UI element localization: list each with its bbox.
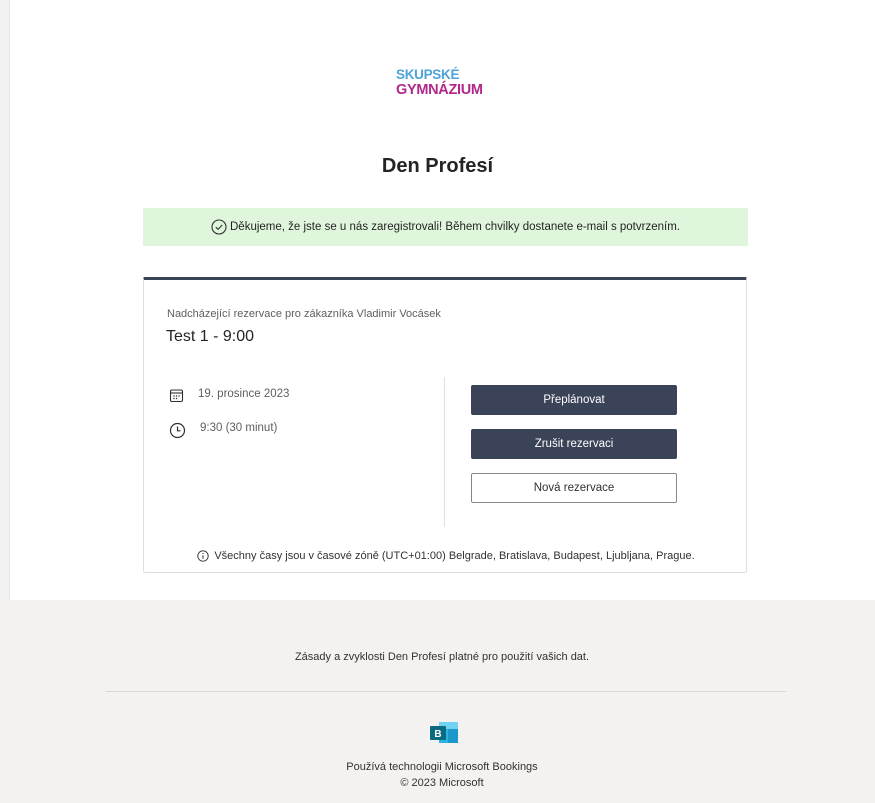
booking-subtitle: Nadcházející rezervace pro zákazníka Vla… — [167, 308, 441, 320]
clock-icon — [169, 422, 186, 439]
school-logo: SKUPSKÉ GYMNÁZIUM — [396, 68, 496, 97]
cancel-booking-button[interactable]: Zrušit rezervaci — [471, 429, 677, 459]
footer-divider — [106, 691, 786, 692]
calendar-icon — [169, 389, 184, 403]
reschedule-button[interactable]: Přeplánovat — [471, 385, 677, 415]
success-banner: Děkujeme, že jste se u nás zaregistroval… — [143, 208, 748, 246]
success-message: Děkujeme, že jste se u nás zaregistroval… — [230, 221, 680, 233]
timezone-text: Všechny časy jsou v časové zóně (UTC+01:… — [214, 550, 695, 562]
privacy-policy-text: Zásady a zvyklosti Den Profesí platné pr… — [294, 651, 590, 663]
logo-line-top: SKUPSKÉ — [396, 67, 460, 82]
check-circle-icon — [211, 219, 227, 235]
date-text: 19. prosince 2023 — [198, 388, 290, 400]
svg-text:B: B — [434, 729, 441, 740]
card-divider — [444, 377, 445, 527]
booking-card: Nadcházející rezervace pro zákazníka Vla… — [143, 277, 747, 573]
booking-date: 19. prosince 2023 — [169, 388, 289, 403]
booking-time: 9:30 (30 minut) — [169, 422, 277, 439]
page-title: Den Profesí — [381, 155, 494, 177]
logo-line-bottom: GYMNÁZIUM — [396, 81, 483, 98]
info-icon — [197, 550, 209, 562]
time-text: 9:30 (30 minut) — [200, 422, 278, 434]
microsoft-bookings-icon: B — [430, 722, 458, 743]
service-name: Test 1 - 9:00 — [166, 328, 255, 345]
copyright-text: © 2023 Microsoft — [400, 777, 484, 789]
timezone-note: Všechny časy jsou v časové zóně (UTC+01:… — [144, 550, 748, 562]
powered-by-text: Používá technologii Microsoft Bookings — [346, 761, 538, 773]
footer: Zásady a zvyklosti Den Profesí platné pr… — [9, 600, 875, 803]
new-booking-button[interactable]: Nová rezervace — [471, 473, 677, 503]
